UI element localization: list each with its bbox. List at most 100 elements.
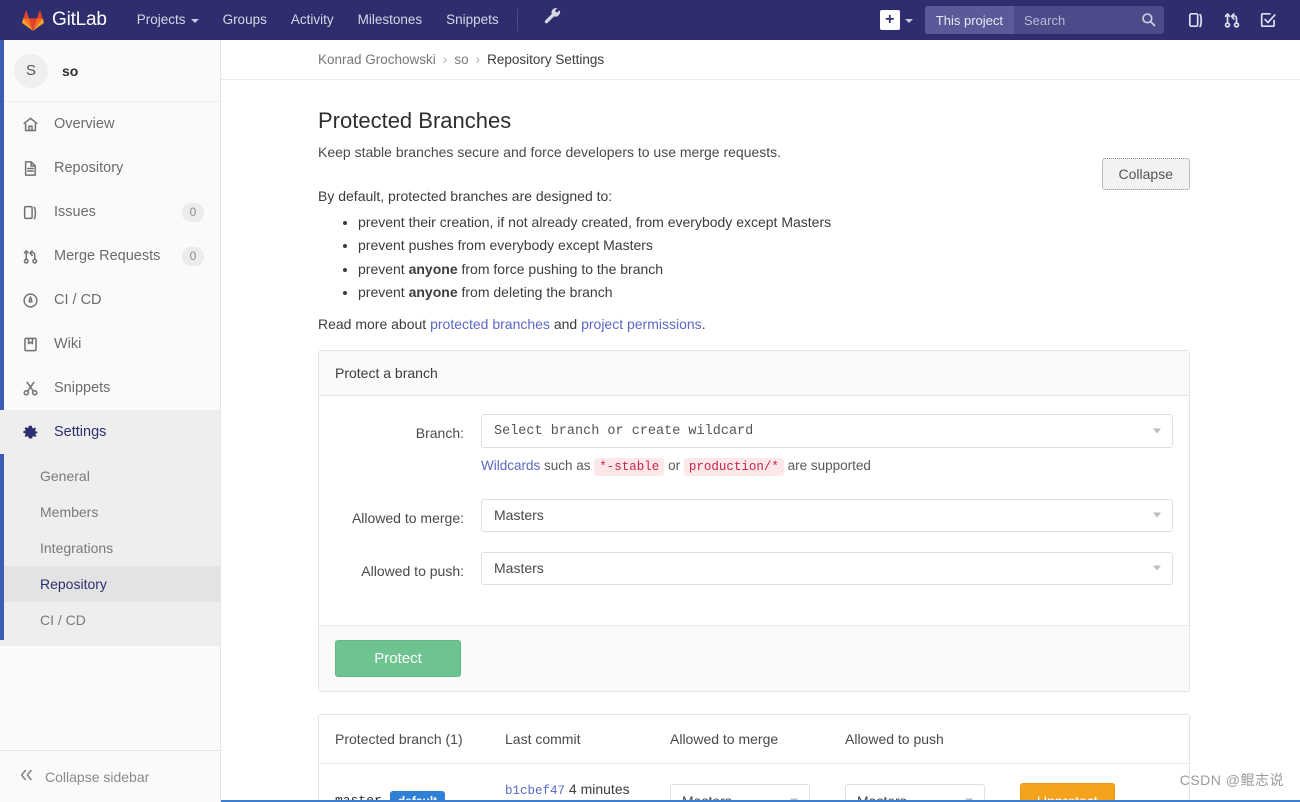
wildcards-link[interactable]: Wildcards bbox=[481, 458, 540, 473]
sidebar-item-ci-cd[interactable]: CI / CD bbox=[0, 278, 220, 322]
page-title: Protected Branches bbox=[318, 108, 1190, 134]
allowed-to-merge-value: Masters bbox=[494, 507, 544, 523]
allowed-to-merge-select[interactable]: Masters bbox=[481, 499, 1173, 532]
nav-link-projects-label: Projects bbox=[137, 0, 186, 40]
sidebar-item-overview[interactable]: Overview bbox=[0, 102, 220, 146]
issues-icon[interactable] bbox=[1178, 11, 1214, 29]
protected-branches-link[interactable]: protected branches bbox=[430, 316, 550, 332]
rule-text: from force pushing to the branch bbox=[458, 261, 663, 277]
chevron-down-icon bbox=[191, 19, 199, 23]
rule-text: prevent pushes from everybody except Mas… bbox=[358, 237, 653, 253]
protect-branch-panel: Protect a branch Branch: Select branch o… bbox=[318, 350, 1190, 692]
brand-text: GitLab bbox=[52, 9, 107, 31]
table-body: masterdefault b1cbef47 4 minutes ago Mas… bbox=[319, 763, 1189, 802]
rule-text: prevent their creation, if not already c… bbox=[358, 214, 831, 230]
breadcrumb-owner[interactable]: Konrad Grochowski bbox=[318, 52, 436, 67]
sidebar-item-merge-requests[interactable]: Merge Requests 0 bbox=[0, 234, 220, 278]
book-icon bbox=[20, 336, 40, 353]
list-item: prevent anyone from deleting the branch bbox=[358, 282, 1190, 302]
search-scope-label[interactable]: This project bbox=[925, 6, 1014, 34]
breadcrumb-project[interactable]: so bbox=[454, 52, 468, 67]
collapse-button[interactable]: Collapse bbox=[1102, 158, 1190, 190]
rule-emphasis: anyone bbox=[409, 284, 458, 300]
nav-link-milestones[interactable]: Milestones bbox=[346, 0, 435, 40]
allowed-to-push-form-row: Allowed to push: Masters bbox=[335, 552, 1173, 585]
list-item: prevent anyone from force pushing to the… bbox=[358, 259, 1190, 279]
allowed-to-push-label: Allowed to push: bbox=[335, 552, 481, 585]
sidebar-item-label: Repository bbox=[54, 160, 204, 176]
hint-text: or bbox=[664, 458, 684, 473]
allowed-to-merge-form-row: Allowed to merge: Masters bbox=[335, 499, 1173, 532]
chevron-double-left-icon bbox=[18, 768, 34, 785]
nav-link-activity[interactable]: Activity bbox=[279, 0, 346, 40]
allowed-to-push-select[interactable]: Masters bbox=[481, 552, 1173, 585]
subnav-item-repository[interactable]: Repository bbox=[0, 566, 220, 602]
sidebar-item-issues[interactable]: Issues 0 bbox=[0, 190, 220, 234]
top-navbar: GitLab Projects Groups Activity Mileston… bbox=[0, 0, 1300, 40]
search-icon bbox=[1141, 12, 1156, 30]
col-allowed-to-push: Allowed to push bbox=[829, 715, 1004, 764]
branch-field-label: Branch: bbox=[335, 414, 481, 477]
sidebar-item-label: CI / CD bbox=[54, 292, 204, 308]
protect-branch-form: Branch: Select branch or create wildcard… bbox=[319, 396, 1189, 625]
collapse-sidebar-button[interactable]: Collapse sidebar bbox=[0, 750, 220, 802]
admin-area-link[interactable] bbox=[532, 0, 573, 40]
protected-branches-table: Protected branch (1) Last commit Allowed… bbox=[319, 715, 1189, 802]
rule-emphasis: anyone bbox=[409, 261, 458, 277]
nav-link-projects[interactable]: Projects bbox=[125, 0, 211, 40]
sidebar-item-repository[interactable]: Repository bbox=[0, 146, 220, 190]
main-nav-links: Projects Groups Activity Milestones Snip… bbox=[125, 0, 573, 40]
sidebar-item-label: Issues bbox=[54, 204, 182, 220]
merge-requests-count-badge: 0 bbox=[182, 247, 204, 266]
nav-link-groups[interactable]: Groups bbox=[211, 0, 279, 40]
home-icon bbox=[20, 116, 40, 133]
gear-icon bbox=[20, 424, 40, 441]
issues-icon bbox=[20, 204, 40, 221]
project-sidebar: S so Overview Repository Iss bbox=[0, 40, 221, 802]
sidebar-item-wiki[interactable]: Wiki bbox=[0, 322, 220, 366]
todos-icon[interactable] bbox=[1250, 11, 1286, 29]
cell-allowed-to-push: Masters bbox=[829, 763, 1004, 802]
project-name: so bbox=[62, 63, 78, 79]
subnav-item-members[interactable]: Members bbox=[0, 494, 220, 530]
read-more-prefix: Read more about bbox=[318, 316, 430, 332]
rule-text: from deleting the branch bbox=[458, 284, 613, 300]
commit-sha-link[interactable]: b1cbef47 bbox=[505, 784, 565, 798]
hint-text: such as bbox=[540, 458, 594, 473]
protect-branch-panel-title: Protect a branch bbox=[319, 351, 1189, 396]
protected-branch-rules: prevent their creation, if not already c… bbox=[318, 212, 1190, 302]
sidebar-item-label: Wiki bbox=[54, 336, 204, 352]
sidebar-item-settings[interactable]: Settings bbox=[0, 410, 220, 454]
rule-text: prevent bbox=[358, 284, 409, 300]
new-dropdown[interactable]: + bbox=[874, 10, 925, 30]
subnav-item-general[interactable]: General bbox=[0, 458, 220, 494]
gitlab-brand-link[interactable]: GitLab bbox=[0, 9, 125, 31]
subnav-item-ci-cd[interactable]: CI / CD bbox=[0, 602, 220, 638]
sidebar-item-snippets[interactable]: Snippets bbox=[0, 366, 220, 410]
branch-select[interactable]: Select branch or create wildcard bbox=[481, 414, 1173, 448]
merge-requests-icon[interactable] bbox=[1214, 11, 1250, 29]
nav-link-snippets[interactable]: Snippets bbox=[434, 0, 511, 40]
sidebar-item-label: Merge Requests bbox=[54, 248, 182, 264]
col-allowed-to-merge: Allowed to merge bbox=[654, 715, 829, 764]
read-more-middle: and bbox=[550, 316, 581, 332]
cell-branch-name: masterdefault bbox=[319, 763, 489, 802]
list-item: prevent pushes from everybody except Mas… bbox=[358, 235, 1190, 255]
project-permissions-link[interactable]: project permissions bbox=[581, 316, 702, 332]
allowed-to-push-value: Masters bbox=[494, 560, 544, 576]
cell-last-commit: b1cbef47 4 minutes ago bbox=[489, 763, 654, 802]
search-field bbox=[1014, 6, 1164, 34]
page-lead-text: Keep stable branches secure and force de… bbox=[318, 144, 1190, 160]
chevron-down-icon bbox=[905, 19, 913, 23]
protect-button[interactable]: Protect bbox=[335, 640, 461, 677]
chevron-down-icon bbox=[1153, 566, 1161, 571]
subnav-item-integrations[interactable]: Integrations bbox=[0, 530, 220, 566]
document-icon bbox=[20, 160, 40, 177]
protect-branch-panel-footer: Protect bbox=[319, 625, 1189, 691]
search-group: This project bbox=[925, 6, 1164, 34]
gitlab-logo-icon bbox=[22, 10, 44, 31]
project-header[interactable]: S so bbox=[0, 40, 220, 102]
branch-select-value: Select branch or create wildcard bbox=[494, 424, 753, 439]
breadcrumb-separator: › bbox=[476, 52, 481, 67]
branch-field-control: Select branch or create wildcard Wildcar… bbox=[481, 414, 1173, 477]
